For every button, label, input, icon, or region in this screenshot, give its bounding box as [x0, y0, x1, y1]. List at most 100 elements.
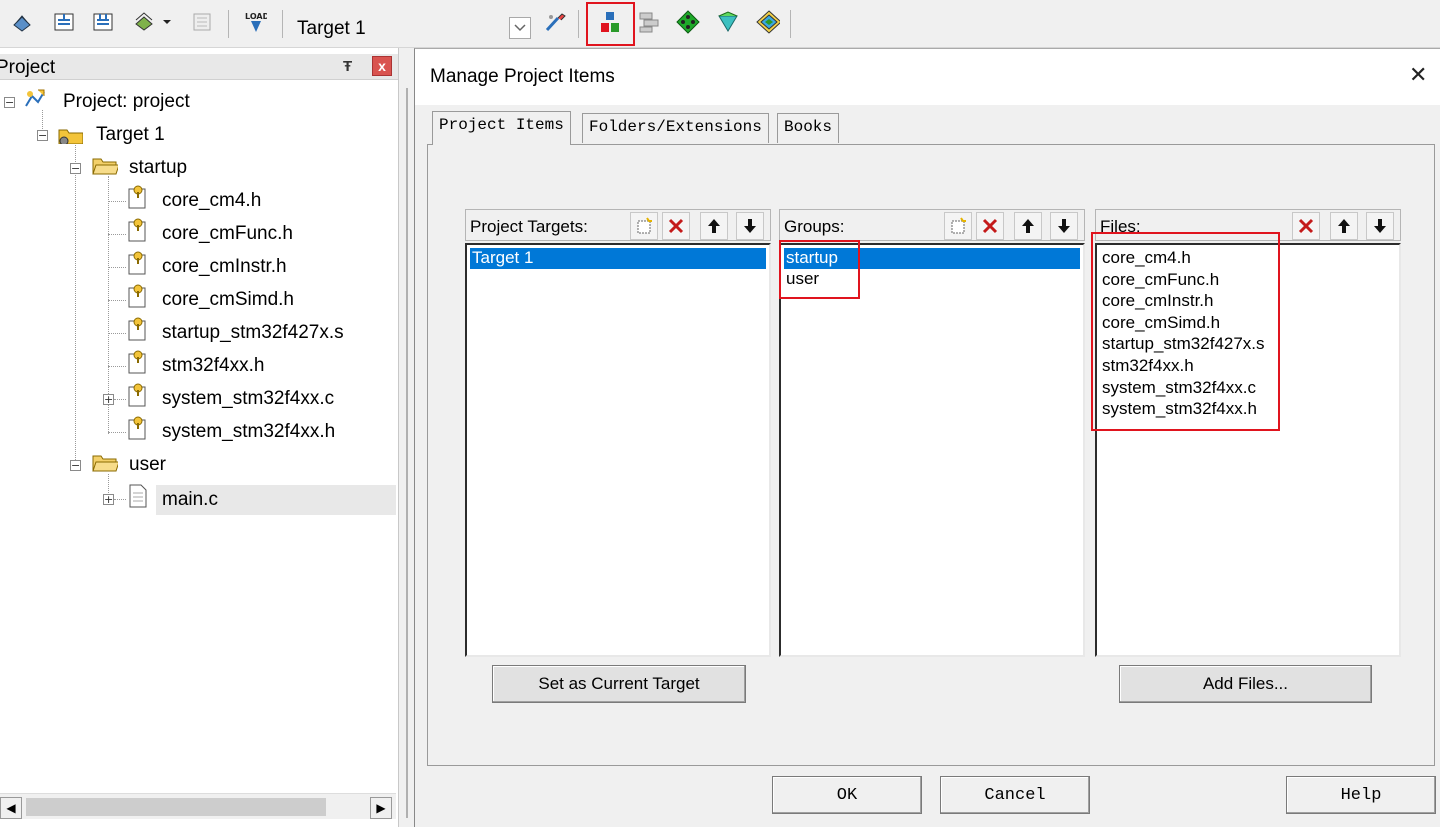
tree-file[interactable]: system_stm32f4xx.c — [162, 384, 334, 414]
tree-label: startup_stm32f427x.s — [162, 322, 344, 343]
tree-label: main.c — [162, 489, 218, 510]
target-folder-icon — [58, 129, 83, 144]
folder-open-icon — [92, 158, 118, 175]
tree-label: stm32f4xx.h — [162, 355, 265, 376]
select-packs-icon[interactable] — [638, 10, 662, 34]
tree-root-project[interactable]: Project: project — [63, 87, 190, 117]
move-down-icon[interactable] — [736, 212, 764, 240]
header-file-icon — [128, 251, 146, 275]
expand-icon[interactable]: + — [103, 394, 114, 405]
chevron-down-icon[interactable] — [160, 10, 174, 34]
header-file-icon — [128, 284, 146, 308]
project-panel-title: Project — [0, 57, 56, 78]
delete-icon[interactable] — [1292, 212, 1320, 240]
ok-button[interactable]: OK — [772, 776, 922, 814]
tree-file[interactable]: core_cmSimd.h — [162, 285, 294, 315]
close-icon[interactable]: ✕ — [1409, 63, 1427, 88]
tree-file[interactable]: core_cmInstr.h — [162, 252, 287, 282]
c-file-icon — [129, 484, 147, 508]
c-file-icon — [128, 383, 146, 407]
batch-build-icon[interactable] — [132, 10, 156, 34]
new-item-icon[interactable] — [944, 212, 972, 240]
highlight-box — [1091, 232, 1280, 431]
tree-file[interactable]: stm32f4xx.h — [162, 351, 264, 381]
collapse-icon[interactable]: − — [70, 163, 81, 174]
delete-icon[interactable] — [662, 212, 690, 240]
tab-project-items[interactable]: Project Items — [432, 111, 571, 145]
tree-group-startup[interactable]: startup — [129, 153, 187, 183]
target-select[interactable]: Target 1 — [297, 18, 366, 40]
pack-installer-icon[interactable] — [716, 10, 740, 34]
translate-icon[interactable] — [10, 10, 34, 34]
target-options-icon[interactable] — [544, 10, 568, 34]
tree-group-user[interactable]: user — [129, 450, 166, 480]
tree-file[interactable]: startup_stm32f427x.s — [162, 318, 344, 348]
project-targets-list: Project Targets: Target 1 — [465, 209, 771, 657]
manage-project-items-dialog: Manage Project Items ✕ Project Items Fol… — [414, 48, 1440, 827]
set-current-target-button[interactable]: Set as Current Target — [492, 665, 746, 703]
collapse-icon[interactable]: − — [70, 460, 81, 471]
tree-file[interactable]: core_cmFunc.h — [162, 219, 293, 249]
tree-label: Target 1 — [96, 124, 165, 145]
scroll-thumb[interactable] — [26, 798, 326, 816]
move-up-icon[interactable] — [1014, 212, 1042, 240]
help-button[interactable]: Help — [1286, 776, 1436, 814]
move-down-icon[interactable] — [1050, 212, 1078, 240]
header-file-icon — [128, 185, 146, 209]
close-icon[interactable]: x — [372, 56, 392, 76]
add-files-button[interactable]: Add Files... — [1119, 665, 1372, 703]
toolbar: LOAD Target 1 — [0, 0, 1440, 48]
build-icon[interactable] — [52, 10, 76, 34]
collapse-icon[interactable]: − — [4, 97, 15, 108]
header-file-icon — [128, 416, 146, 440]
expand-icon[interactable]: + — [103, 494, 114, 505]
scroll-left-icon[interactable]: ◀ — [0, 797, 22, 819]
list-header: Groups: — [779, 209, 1085, 241]
tree-label: core_cm4.h — [162, 190, 262, 211]
project-targets-label: Project Targets: — [470, 217, 588, 236]
cancel-button[interactable]: Cancel — [940, 776, 1090, 814]
tree-file[interactable]: core_cm4.h — [162, 186, 261, 216]
project-panel-header: Project Ŧ x — [0, 54, 398, 80]
move-up-icon[interactable] — [1330, 212, 1358, 240]
highlight-box — [779, 240, 860, 299]
tree-file-main[interactable]: main.c — [162, 485, 218, 515]
tree-label: system_stm32f4xx.c — [162, 388, 335, 409]
tree-file[interactable]: system_stm32f4xx.h — [162, 417, 335, 447]
tree-label: startup — [129, 157, 188, 178]
horizontal-scrollbar[interactable]: ◀ ▶ — [0, 793, 396, 819]
project-icon — [25, 89, 45, 107]
scroll-right-icon[interactable]: ▶ — [370, 797, 392, 819]
tab-books[interactable]: Books — [777, 113, 840, 143]
list-body: startup user — [779, 243, 1085, 657]
delete-icon[interactable] — [976, 212, 1004, 240]
tab-folders-extensions[interactable]: Folders/Extensions — [582, 113, 769, 143]
tree-label: core_cmSimd.h — [162, 289, 294, 310]
pin-icon[interactable]: Ŧ — [343, 58, 352, 75]
move-up-icon[interactable] — [700, 212, 728, 240]
tree-label: user — [129, 454, 166, 475]
stop-build-icon[interactable] — [190, 10, 214, 34]
download-icon[interactable]: LOAD — [243, 10, 267, 34]
manage-project-items-icon[interactable] — [598, 10, 622, 34]
svg-text:LOAD: LOAD — [245, 12, 267, 21]
dialog-titlebar: Manage Project Items ✕ — [415, 49, 1440, 105]
groups-label: Groups: — [784, 217, 845, 236]
list-body: Target 1 — [465, 243, 771, 657]
target-dropdown-button[interactable] — [509, 17, 531, 39]
folder-open-icon — [92, 455, 118, 472]
asm-file-icon — [128, 317, 146, 341]
list-item[interactable]: Target 1 — [470, 248, 766, 269]
panel-splitter[interactable] — [398, 48, 414, 827]
move-down-icon[interactable] — [1366, 212, 1394, 240]
tree-label: core_cmInstr.h — [162, 256, 287, 277]
tree-target[interactable]: Target 1 — [96, 120, 165, 150]
new-item-icon[interactable] — [630, 212, 658, 240]
multi-project-icon[interactable] — [756, 10, 780, 34]
rebuild-icon[interactable] — [91, 10, 115, 34]
collapse-icon[interactable]: − — [37, 130, 48, 141]
header-file-icon — [128, 350, 146, 374]
dialog-title: Manage Project Items — [430, 66, 615, 87]
tree-label: core_cmFunc.h — [162, 223, 293, 244]
manage-runtime-icon[interactable] — [676, 10, 700, 34]
